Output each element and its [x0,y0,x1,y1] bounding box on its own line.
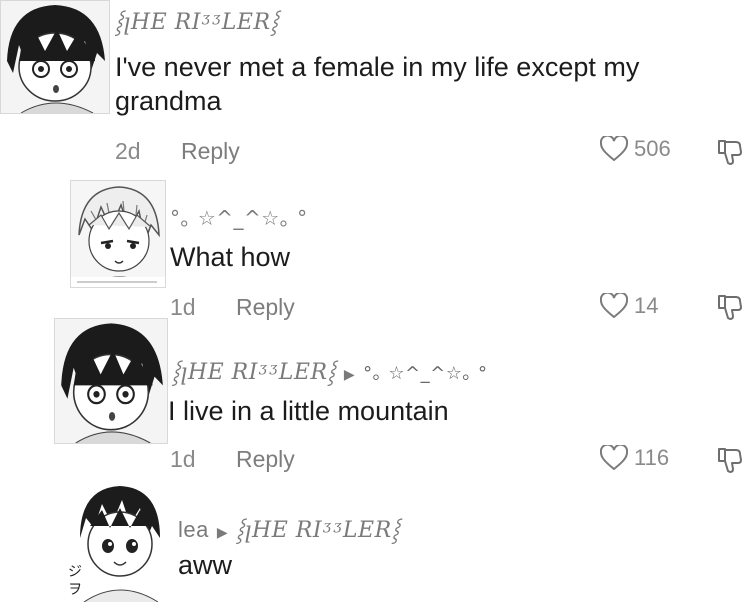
play-arrow-icon: ▶ [216,525,229,541]
dislike-button[interactable] [716,138,744,166]
anime-boy-avatar-icon [55,319,167,443]
dislike-button[interactable] [716,293,744,321]
like-count: 506 [634,136,671,161]
svg-text:ジ: ジ [68,564,82,580]
comment-text: I live in a little mountain [168,396,449,426]
avatar[interactable] [70,180,166,288]
timestamp: 2d [115,138,141,164]
timestamp: 1d [170,294,196,320]
comment-text: What how [170,242,291,272]
reply-button[interactable]: Reply [181,138,240,164]
anime-boy-avatar-icon [1,1,109,113]
heart-outline-icon [600,293,628,319]
avatar[interactable] [54,318,168,444]
play-arrow-icon: ▶ [343,367,356,383]
comment-meta: 2d Reply [115,138,240,165]
reply-to-username[interactable]: ⸾ꞁHE RIᶾᶾLER⸾ [236,518,400,543]
thumbs-down-outline-icon [718,448,742,473]
comment-meta: 1d Reply [170,446,295,473]
timestamp: 1d [170,446,196,472]
heart-outline-icon [600,445,628,471]
avatar[interactable] [0,0,110,114]
like-button[interactable]: 116 [600,445,669,471]
dislike-button[interactable] [716,446,744,474]
like-button[interactable]: 14 [600,293,658,319]
reply-button[interactable]: Reply [236,446,295,472]
comment-3: ⸾ꞁHE RIᶾᶾLER⸾ ▶ °｡ ☆^_^☆｡ ° I live in a li… [0,318,755,478]
anime-smiling-avatar-icon: ジ ヲ [66,478,170,602]
thumbs-down-outline-icon [718,140,742,165]
avatar[interactable]: ジ ヲ [66,478,170,602]
thumbs-down-outline-icon [718,295,742,320]
username[interactable]: ⸾ꞁHE RIᶾᶾLER⸾ ▶ °｡ ☆^_^☆｡ ° [172,356,488,386]
reply-button[interactable]: Reply [236,294,295,320]
reply-to-username[interactable]: °｡ ☆^_^☆｡ ° [363,363,487,384]
svg-text:ヲ: ヲ [68,582,82,598]
comment-text: aww [178,550,233,580]
like-count: 116 [634,445,670,470]
comment-meta: 1d Reply [170,294,295,321]
comment-text: I've never met a female in my life excep… [115,52,640,116]
username[interactable]: °｡ ☆^_^☆｡ ° [170,202,308,231]
username-text[interactable]: ⸾ꞁHE RIᶾᶾLER⸾ [172,360,336,385]
like-button[interactable]: 506 [600,136,671,162]
username[interactable]: ⸾ꞁHE RIᶾᶾLER⸾ [115,6,279,36]
anime-blonde-avatar-icon [71,181,165,287]
username[interactable]: lea ▶ ⸾ꞁHE RIᶾᶾLER⸾ [178,514,400,544]
username-text[interactable]: lea [178,517,209,542]
heart-outline-icon [600,136,628,162]
comment-4: ジ ヲ lea ▶ ⸾ꞁHE RIᶾᶾLER⸾ aww [0,478,755,602]
comment-2: °｡ ☆^_^☆｡ ° What how 1d Reply 14 [0,180,755,320]
like-count: 14 [634,293,659,318]
comment-1: ⸾ꞁHE RIᶾᶾLER⸾ I've never met a female in… [0,0,755,180]
